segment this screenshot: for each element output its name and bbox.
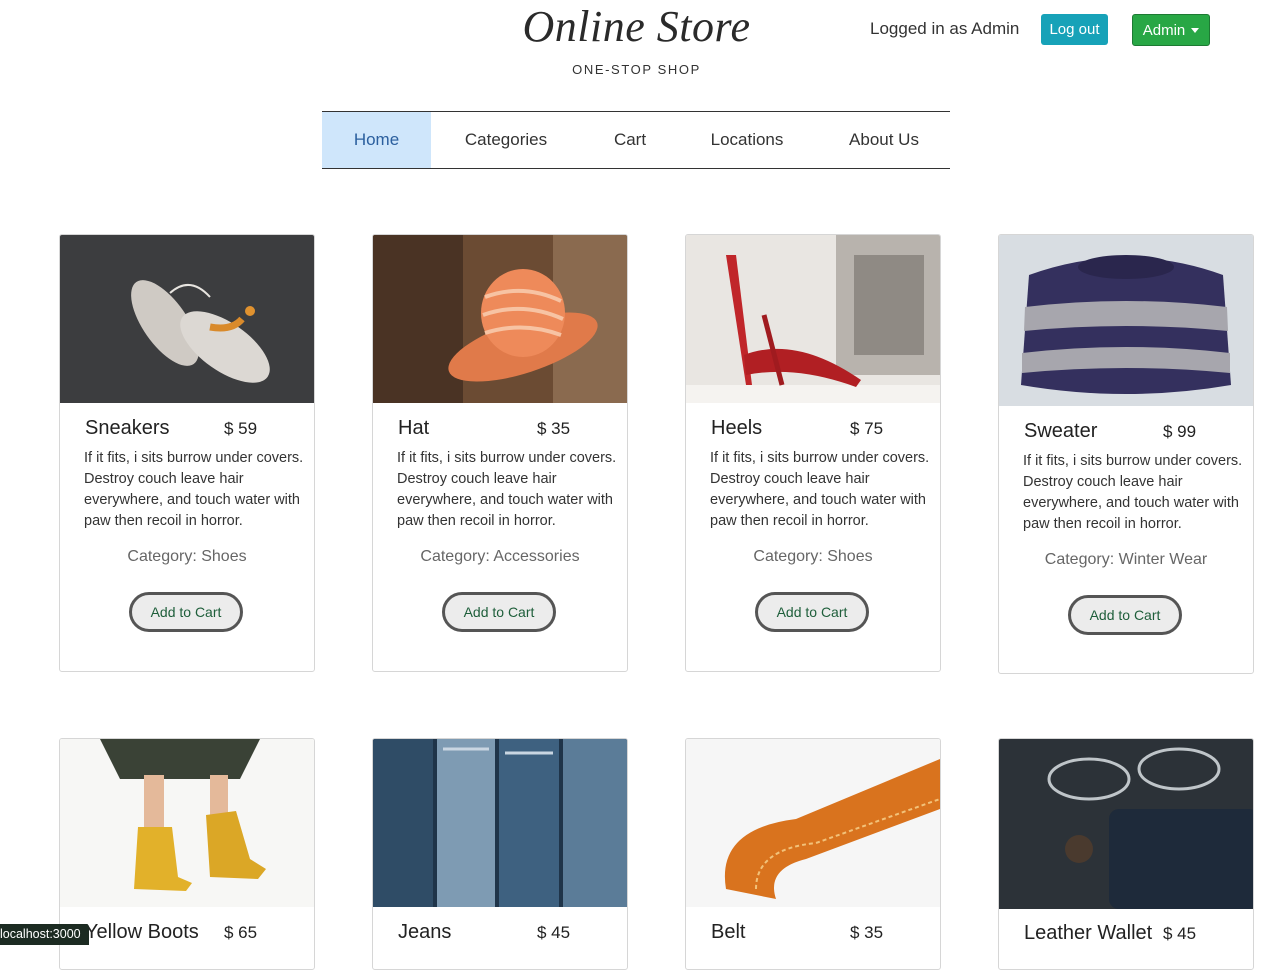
leather-wallet-image — [999, 739, 1253, 909]
jeans-image — [373, 739, 627, 907]
product-card: Yellow Boots $ 65 — [59, 738, 315, 970]
add-to-cart-button[interactable]: Add to Cart — [442, 592, 556, 632]
product-card: Sneakers $ 59 If it fits, i sits burrow … — [59, 234, 315, 672]
product-name: Heels — [711, 417, 763, 439]
product-price: $ 35 — [537, 419, 571, 438]
product-name: Sweater — [1024, 420, 1098, 442]
product-card: Belt $ 35 — [685, 738, 941, 970]
product-card: Sweater $ 99 If it fits, i sits burrow u… — [998, 234, 1254, 674]
logout-button[interactable]: Log out — [1041, 14, 1108, 45]
heels-image — [686, 235, 940, 403]
main-nav: Home Categories Cart Locations About Us — [322, 111, 950, 169]
product-description: If it fits, i sits burrow under covers. … — [710, 450, 930, 529]
admin-dropdown-button[interactable]: Admin — [1132, 14, 1210, 46]
product-category: Category: Accessories — [420, 548, 580, 565]
product-category: Category: Winter Wear — [1044, 551, 1208, 568]
product-name: Belt — [711, 921, 746, 943]
product-description: If it fits, i sits burrow under covers. … — [397, 450, 617, 529]
admin-dropdown-label: Admin — [1142, 21, 1186, 39]
product-card: Leather Wallet $ 45 — [998, 738, 1254, 970]
product-name: Sneakers — [85, 417, 170, 439]
product-price: $ 35 — [850, 923, 884, 942]
product-price: $ 65 — [224, 923, 258, 942]
product-price: $ 75 — [850, 419, 884, 438]
product-price: $ 99 — [1163, 422, 1197, 441]
hat-image — [373, 235, 627, 403]
belt-image — [686, 739, 940, 907]
add-to-cart-button[interactable]: Add to Cart — [129, 592, 243, 632]
product-category: Category: Shoes — [753, 548, 873, 565]
sweater-image — [999, 235, 1253, 406]
product-card: Hat $ 35 If it fits, i sits burrow under… — [372, 234, 628, 672]
product-description: If it fits, i sits burrow under covers. … — [84, 450, 304, 529]
product-price: $ 45 — [1163, 924, 1197, 943]
site-subtitle: ONE-STOP SHOP — [572, 62, 701, 77]
product-price: $ 59 — [224, 419, 258, 438]
product-category: Category: Shoes — [127, 548, 247, 565]
nav-about-us[interactable]: About Us — [831, 112, 937, 168]
nav-home[interactable]: Home — [322, 112, 431, 168]
product-card: Jeans $ 45 — [372, 738, 628, 970]
sneakers-image — [60, 235, 314, 403]
caret-down-icon — [1191, 27, 1200, 33]
add-to-cart-button[interactable]: Add to Cart — [1068, 595, 1182, 635]
nav-categories[interactable]: Categories — [448, 112, 564, 168]
product-price: $ 45 — [537, 923, 571, 942]
product-name: Hat — [398, 417, 430, 439]
product-card: Heels $ 75 If it fits, i sits burrow und… — [685, 234, 941, 672]
product-description: If it fits, i sits burrow under covers. … — [1023, 453, 1243, 532]
status-bar-url: localhost:3000 — [0, 924, 89, 945]
nav-locations[interactable]: Locations — [694, 112, 800, 168]
product-name: Leather Wallet — [1024, 922, 1153, 944]
product-name: Jeans — [398, 921, 452, 943]
login-status: Logged in as Admin — [870, 19, 1020, 38]
nav-cart[interactable]: Cart — [590, 112, 670, 168]
add-to-cart-button[interactable]: Add to Cart — [755, 592, 869, 632]
product-name: Yellow Boots — [85, 921, 199, 943]
yellow-boots-image — [60, 739, 314, 907]
